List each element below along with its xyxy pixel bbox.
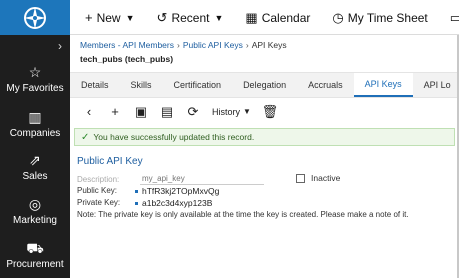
sidebar-item-marketing[interactable]: ◎ Marketing [0,197,70,226]
history-icon: ↺ [156,10,168,25]
save-icon[interactable]: ▣ [128,105,154,118]
sidebar-item-label: Procurement [6,259,64,270]
new-menu-label: New [96,10,121,25]
tab-bar: Details Skills Certification Delegation … [70,72,459,98]
private-key-label: Private Key: [77,198,121,207]
inactive-checkbox-group[interactable]: Inactive [296,173,340,183]
required-marker-icon [135,202,138,206]
private-key-value-wrap: a1b2c3d4xyp123B [135,198,212,208]
cart-icon: ⛟ [26,240,44,256]
sidebar: › ☆ My Favorites ▥ Companies ⇗ Sales ◎ M… [0,35,70,278]
sidebar-item-label: Sales [22,171,48,182]
public-key-value: hTfR3kj2TOpMxvQg [142,186,220,196]
sidebar-item-favorites[interactable]: ☆ My Favorites [0,65,70,94]
sidebar-item-procurement[interactable]: ⛟ Procurement [0,241,70,270]
target-icon: ◎ [28,196,42,212]
save-close-icon[interactable]: ▤ [154,105,180,118]
tab-accruals[interactable]: Accruals [297,73,354,97]
top-bar: + New ▼ ↺ Recent ▼ ▦ Calendar ◷ My Time … [0,0,459,35]
chat-link[interactable]: ▭ [435,11,459,24]
app-logo[interactable] [0,0,70,35]
required-marker-icon [135,190,138,194]
inactive-label: Inactive [311,173,341,183]
breadcrumb-current: API Keys [251,40,287,50]
breadcrumb: Members - API Members › Public API Keys › AP… [80,40,287,50]
tab-api-log[interactable]: API Lo [413,73,459,97]
top-nav: + New ▼ ↺ Recent ▼ ▦ Calendar ◷ My Time … [70,0,459,35]
main-content: Members - API Members › Public API Keys › AP… [70,35,459,278]
inactive-checkbox[interactable] [296,173,305,183]
chevron-down-icon: ▼ [214,12,224,23]
sidebar-item-companies[interactable]: ▥ Companies [0,110,70,139]
calendar-link[interactable]: ▦ Calendar [230,11,317,25]
public-key-value-wrap: hTfR3kj2TOpMxvQg [135,186,219,196]
new-menu[interactable]: + New ▼ [70,11,142,25]
record-title: tech_pubs (tech_pubs) [80,54,174,64]
tab-delegation[interactable]: Delegation [232,73,297,97]
breadcrumb-link-public-keys[interactable]: Public API Keys [183,40,243,50]
star-icon: ☆ [28,64,42,80]
success-alert: ✓ You have successfully updated this rec… [74,128,455,146]
tab-api-keys[interactable]: API Keys [353,73,413,97]
calendar-link-label: Calendar [261,10,311,25]
breadcrumb-separator-icon: › [177,40,180,50]
breadcrumb-link-members[interactable]: Members - API Members [80,40,174,50]
sidebar-item-sales[interactable]: ⇗ Sales [0,153,70,182]
toolbar: ‹ + ▣ ▤ ⟳ History ▼ 🗑 [70,99,459,124]
calendar-icon: ▦ [245,10,258,25]
delete-icon[interactable]: 🗑 [257,105,283,118]
recent-menu-label: Recent [171,10,210,25]
tab-certification[interactable]: Certification [163,73,233,97]
timesheet-icon: ◷ [332,10,344,25]
alert-message: You have successfully updated this recor… [93,132,255,142]
chat-icon: ▭ [449,10,459,25]
add-icon[interactable]: + [102,105,128,118]
plus-icon: + [85,10,93,25]
breadcrumb-separator-icon: › [245,40,249,50]
building-icon: ▥ [28,109,42,125]
description-input[interactable] [140,173,264,185]
private-key-value: a1b2c3d4xyp123B [142,198,213,208]
sidebar-expand-icon[interactable]: › [58,39,62,53]
compass-logo-icon [24,6,46,29]
chart-icon: ⇗ [29,152,41,168]
tab-skills[interactable]: Skills [120,73,163,97]
sidebar-item-label: Companies [9,128,61,139]
time-sheet-label: My Time Sheet [347,10,428,25]
sidebar-item-label: My Favorites [6,83,64,94]
chevron-down-icon: ▼ [243,107,251,116]
refresh-icon[interactable]: ⟳ [180,105,206,118]
private-key-note: Note: The private key is only available … [77,210,409,219]
checkmark-icon: ✓ [81,131,90,143]
recent-menu[interactable]: ↺ Recent ▼ [142,11,231,25]
tab-details[interactable]: Details [70,73,120,97]
back-icon[interactable]: ‹ [76,105,102,118]
public-key-label: Public Key: [77,186,118,195]
history-label: History [212,106,241,117]
time-sheet-link[interactable]: ◷ My Time Sheet [317,11,434,25]
history-button[interactable]: History ▼ [206,107,257,117]
sidebar-item-label: Marketing [13,215,57,226]
section-title: Public API Key [77,156,143,167]
chevron-down-icon: ▼ [125,12,135,23]
description-label: Description: [77,175,120,184]
